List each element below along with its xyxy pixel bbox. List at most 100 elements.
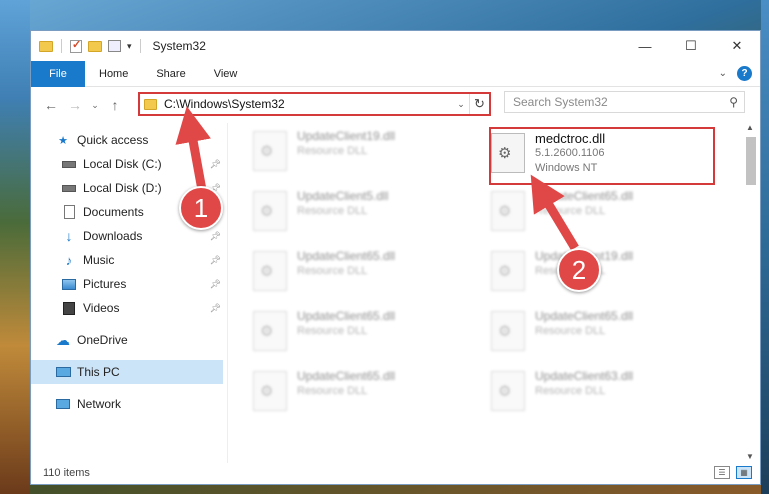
search-icon[interactable]: ⚲ [729, 95, 738, 109]
tiles-view-icon[interactable]: ▦ [736, 466, 752, 479]
tab-home[interactable]: Home [85, 61, 142, 87]
tab-file[interactable]: File [31, 60, 85, 87]
pane-divider [227, 123, 228, 463]
window-controls: — ☐ ✕ [622, 31, 760, 61]
forward-arrow-icon[interactable]: → [63, 97, 87, 113]
sidebar-item-label: Quick access [77, 133, 149, 147]
cloud-icon: ☁ [56, 331, 70, 348]
sidebar-item-pictures[interactable]: Pictures 📌︎ [31, 272, 223, 296]
dll-file-icon: ⚙ [253, 131, 287, 171]
dll-file-icon: ⚙ [253, 371, 287, 411]
pin-icon[interactable]: 📌︎ [210, 303, 221, 314]
status-bar: 110 items ☰ ▦ [31, 462, 760, 484]
sidebar-item-quick-access[interactable]: ★ Quick access [31, 128, 223, 152]
chevron-down-icon[interactable]: ▾ [127, 41, 132, 52]
ribbon-tabs: File Home Share View ⌄ ? [31, 60, 760, 87]
download-icon: ↓ [65, 228, 73, 244]
new-folder-icon[interactable] [88, 40, 102, 52]
file-name: UpdateClient5.dll [297, 189, 389, 203]
dll-file-icon: ⚙ [253, 251, 287, 291]
list-item[interactable]: ⚙ UpdateClient5.dll Resource DLL [253, 189, 481, 241]
scroll-up-icon[interactable]: ▲ [746, 123, 754, 132]
pin-icon[interactable]: 📌︎ [210, 159, 221, 170]
file-type: Resource DLL [297, 265, 368, 277]
file-name: UpdateClient63.dll [535, 369, 634, 383]
list-item[interactable]: ⚙ UpdateClient65.dll Resource DLL [253, 249, 481, 301]
callout-badge-1: 1 [179, 186, 223, 230]
sidebar-item-music[interactable]: ♪ Music 📌︎ [31, 248, 223, 272]
list-item[interactable]: ⚙ UpdateClient65.dll Resource DLL [491, 309, 719, 361]
navigation-pane: ★ Quick access Local Disk (C:) 📌︎ Local … [31, 123, 223, 463]
sidebar-item-label: Music [83, 253, 115, 267]
toolbar-separator [139, 39, 141, 53]
sidebar-item-label: Documents [83, 205, 144, 219]
sidebar-item-videos[interactable]: Videos 📌︎ [31, 296, 223, 320]
sidebar-item-label: OneDrive [77, 333, 128, 347]
document-icon [61, 205, 77, 219]
sidebar-item-this-pc[interactable]: This PC [31, 360, 223, 384]
refresh-icon[interactable]: ↻ [469, 94, 489, 114]
address-text[interactable]: C:\Windows\System32 [164, 97, 453, 111]
list-item[interactable]: ⚙ UpdateClient63.dll Resource DLL [491, 369, 719, 421]
folder-icon [144, 98, 157, 110]
recent-locations-icon[interactable]: ⌄ [87, 100, 103, 111]
sidebar-item-label: This PC [77, 365, 120, 379]
pin-icon[interactable]: 📌︎ [210, 255, 221, 266]
chevron-down-icon[interactable]: ⌄ [453, 99, 469, 110]
desktop-wallpaper [0, 0, 30, 494]
sidebar-item-local-disk-c[interactable]: Local Disk (C:) 📌︎ [31, 152, 223, 176]
file-name: UpdateClient19.dll [297, 129, 396, 143]
sidebar-item-label: Videos [83, 301, 120, 315]
up-arrow-icon[interactable]: ↑ [103, 97, 127, 113]
file-type: Resource DLL [535, 325, 606, 337]
file-name: UpdateClient65.dll [297, 249, 396, 263]
scroll-down-icon[interactable]: ▼ [746, 452, 754, 461]
minimize-button[interactable]: — [622, 31, 668, 61]
properties-check-icon[interactable] [70, 38, 82, 53]
details-view-icon[interactable]: ☰ [714, 466, 730, 479]
music-icon: ♪ [65, 252, 73, 268]
list-item[interactable]: ⚙ UpdateClient65.dll Resource DLL [253, 369, 481, 421]
window-title: System32 [152, 39, 206, 53]
pin-icon[interactable]: 📌︎ [210, 231, 221, 242]
computer-icon [55, 365, 71, 379]
file-type: Resource DLL [297, 325, 368, 337]
dll-file-icon: ⚙ [491, 191, 525, 231]
video-icon [61, 301, 77, 315]
vertical-scrollbar[interactable]: ▲ ▼ [744, 123, 758, 461]
highlight-box [489, 127, 715, 185]
sidebar-item-label: Network [77, 397, 122, 411]
item-count: 110 items [43, 467, 90, 479]
list-item[interactable]: ⚙ UpdateClient19.dllResource DLL [253, 129, 481, 181]
expand-ribbon-icon[interactable]: ⌄ [719, 68, 727, 79]
list-item[interactable]: ⚙ UpdateClient65.dll Resource DLL [491, 189, 719, 241]
network-icon [55, 397, 71, 411]
file-name: UpdateClient65.dll [535, 309, 634, 323]
sidebar-item-onedrive[interactable]: ☁ OneDrive [31, 328, 223, 352]
drive-icon [61, 181, 77, 195]
dll-file-icon: ⚙ [253, 311, 287, 351]
ribbon-right: ⌄ ? [719, 66, 752, 81]
help-icon[interactable]: ? [737, 66, 752, 81]
tab-share[interactable]: Share [142, 61, 199, 87]
tab-view[interactable]: View [200, 61, 252, 87]
folder-icon [39, 40, 53, 52]
sidebar-item-label: Downloads [83, 229, 143, 243]
pin-icon[interactable]: 📌︎ [210, 279, 221, 290]
address-bar[interactable]: C:\Windows\System32 ⌄ ↻ [138, 92, 491, 116]
sidebar-item-network[interactable]: Network [31, 392, 223, 416]
list-item[interactable]: ⚙ UpdateClient19.dllResource DLL [491, 249, 719, 301]
maximize-button[interactable]: ☐ [668, 31, 714, 61]
file-name: UpdateClient65.dll [535, 189, 634, 203]
list-item[interactable]: ⚙ UpdateClient65.dll Resource DLL [253, 309, 481, 361]
file-type: Resource DLL [535, 385, 606, 397]
search-input[interactable]: Search System32 ⚲ [504, 91, 745, 113]
explorer-window: ▾ System32 — ☐ ✕ File Home Share View ⌄ … [30, 30, 761, 485]
sidebar-item-label: Pictures [83, 277, 127, 291]
customize-icon[interactable] [108, 40, 121, 52]
back-arrow-icon[interactable]: ← [39, 97, 63, 113]
close-button[interactable]: ✕ [714, 31, 760, 61]
scroll-thumb[interactable] [746, 137, 756, 185]
drive-icon [61, 157, 77, 171]
dll-file-icon: ⚙ [491, 311, 525, 351]
